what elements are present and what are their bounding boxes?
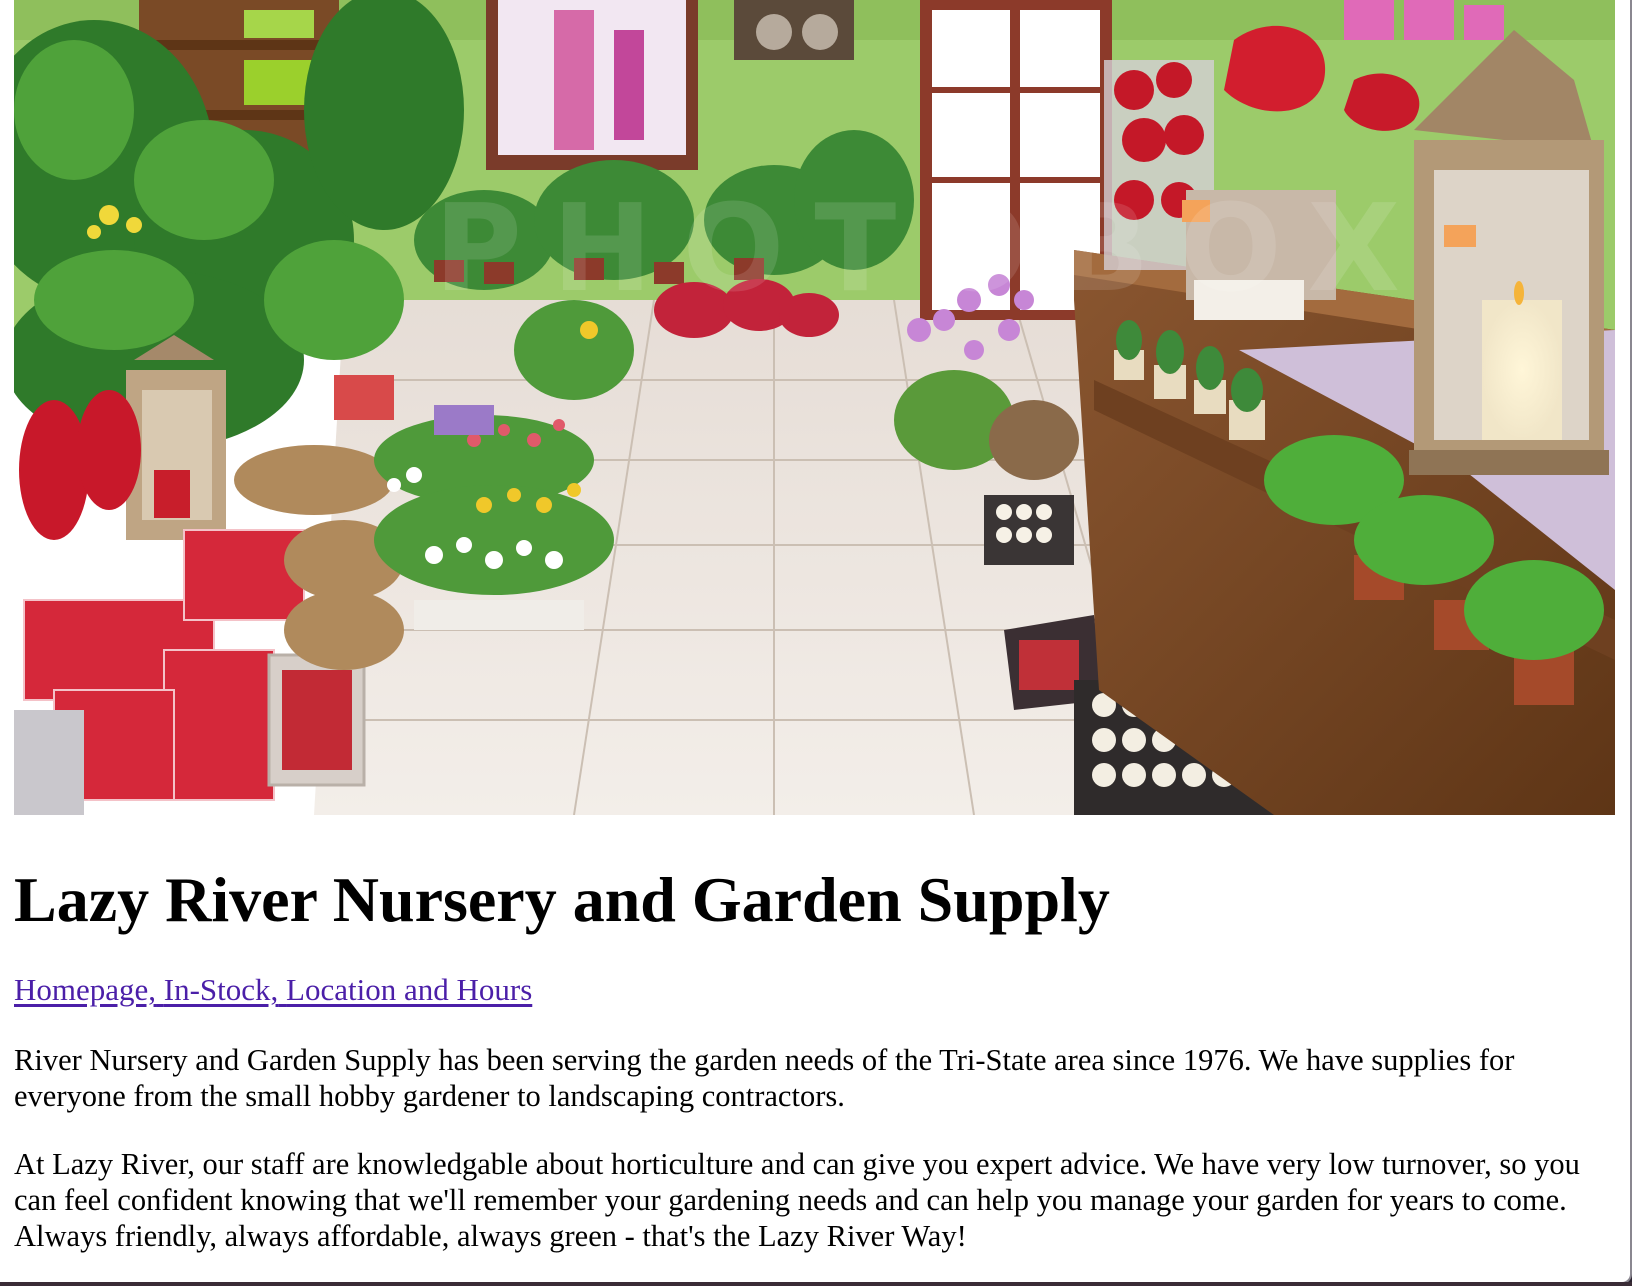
browser-page: PHOTOBOX Lazy River Nursery and Garden S… bbox=[0, 0, 1632, 1284]
main-content: Lazy River Nursery and Garden Supply Hom… bbox=[14, 860, 1614, 1254]
store-interior-illustration: PHOTOBOX bbox=[14, 0, 1615, 815]
nav-links: Homepage, In-Stock, Location and Hours bbox=[14, 970, 1614, 1010]
nav-link-location-hours[interactable]: Location and Hours bbox=[286, 972, 532, 1007]
svg-text:PHOTOBOX: PHOTOBOX bbox=[434, 180, 1430, 319]
staff-paragraph: At Lazy River, our staff are knowledgabl… bbox=[14, 1147, 1580, 1253]
desktop-background-strip bbox=[0, 1282, 1632, 1286]
nav-link-spacer-2[interactable] bbox=[278, 972, 286, 1007]
nav-link-in-stock[interactable]: In-Stock, bbox=[164, 972, 279, 1007]
page-title: Lazy River Nursery and Garden Supply bbox=[14, 864, 1110, 935]
nav-link-spacer-1[interactable] bbox=[156, 972, 164, 1007]
nav-link-homepage[interactable]: Homepage, bbox=[14, 972, 156, 1007]
store-interior-image: PHOTOBOX bbox=[14, 0, 1615, 815]
intro-paragraph: River Nursery and Garden Supply has been… bbox=[14, 1043, 1515, 1113]
